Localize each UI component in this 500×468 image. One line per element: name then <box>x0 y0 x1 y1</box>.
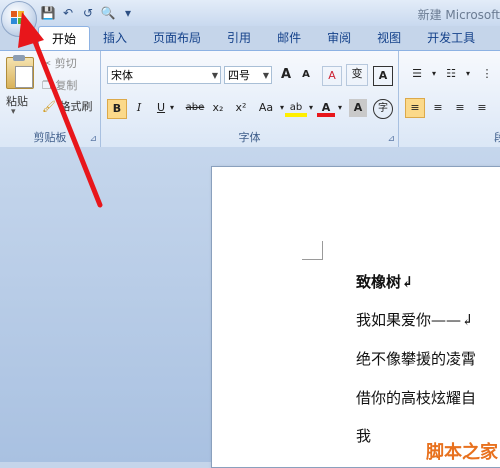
office-logo-icon <box>11 11 17 17</box>
copy-button[interactable]: ❐ 复制 <box>42 77 77 93</box>
chevron-down-icon: ▼ <box>211 71 218 80</box>
undo-icon[interactable]: ↶ <box>60 5 76 21</box>
strikethrough-button[interactable]: abe <box>183 99 207 117</box>
underline-dropdown-icon[interactable]: ▾ <box>167 99 177 117</box>
font-size-select[interactable]: 四号 ▼ <box>224 66 272 84</box>
align-center-icon[interactable]: ≡ <box>429 99 447 117</box>
justify-icon[interactable]: ≡ <box>473 99 491 117</box>
tab-mailings[interactable]: 邮件 <box>264 26 314 50</box>
chevron-down-icon[interactable]: ▾ <box>463 65 473 83</box>
change-case-button[interactable]: Aa <box>255 99 277 117</box>
paragraph-group: ☰ ▾ ☷ ▾ ⋮ ≡ ≡ ≡ ≡ 段 <box>399 51 500 147</box>
numbering-icon[interactable]: ☷ <box>439 65 463 83</box>
font-group-label: 字体 <box>238 131 261 144</box>
align-left-icon[interactable]: ≡ <box>405 98 425 118</box>
brush-icon: 🖌 <box>42 100 56 113</box>
tab-page-layout[interactable]: 页面布局 <box>140 26 214 50</box>
paragraph-group-label: 段 <box>494 131 500 144</box>
tab-home[interactable]: 开始 <box>38 26 91 50</box>
font-name-select[interactable]: 宋体 ▼ <box>107 66 221 84</box>
shrink-font-button[interactable]: A <box>297 66 315 84</box>
doc-line[interactable]: 借你的高枝炫耀自 <box>356 387 476 408</box>
copy-icon: ❐ <box>42 79 52 92</box>
tab-view[interactable]: 视图 <box>364 26 414 50</box>
tab-insert[interactable]: 插入 <box>90 26 140 50</box>
multilevel-list-icon[interactable]: ⋮ <box>475 65 499 83</box>
character-shading-button[interactable]: A <box>349 99 367 117</box>
paste-dropdown-icon[interactable]: ▾ <box>11 107 16 117</box>
quick-access-toolbar: 💾 ↶ ↺ 🔍 ▾ <box>40 4 136 22</box>
superscript-button[interactable]: x² <box>232 99 250 117</box>
grow-font-button[interactable]: A <box>277 66 295 84</box>
phonetic-guide-button[interactable]: 变 <box>346 64 368 86</box>
highlight-button[interactable]: ab <box>285 99 307 117</box>
ribbon-tabs: 开始 插入 页面布局 引用 邮件 审阅 视图 开发工具 <box>0 26 500 50</box>
character-border-button[interactable]: A <box>373 66 393 86</box>
redo-icon[interactable]: ↺ <box>80 5 96 21</box>
doc-title-line[interactable]: 致橡树↲ <box>356 271 414 292</box>
cut-button[interactable]: ✂ 剪切 <box>42 55 77 71</box>
highlight-dropdown-icon[interactable]: ▾ <box>306 99 316 117</box>
office-logo-icon <box>18 11 24 17</box>
window-title: 新建 Microsoft <box>417 8 500 22</box>
customize-qat-icon[interactable]: ▾ <box>120 5 136 21</box>
subscript-button[interactable]: x₂ <box>209 99 227 117</box>
clipboard-launcher-icon[interactable]: ⊿ <box>89 134 97 144</box>
scissors-icon: ✂ <box>42 57 52 70</box>
chevron-down-icon: ▼ <box>262 71 269 80</box>
font-group: 宋体 ▼ 四号 ▼ A A A 变 A B I U ▾ abe x₂ x² Aa… <box>101 51 399 147</box>
clipboard-group-label: 剪贴板 <box>33 131 67 144</box>
doc-line[interactable]: 我如果爱你——↲ <box>356 309 474 330</box>
print-preview-icon[interactable]: 🔍 <box>100 5 116 21</box>
clear-format-button[interactable]: A <box>322 66 342 86</box>
tab-references[interactable]: 引用 <box>214 26 264 50</box>
paste-button[interactable]: 粘贴 <box>6 93 28 109</box>
chevron-down-icon[interactable]: ▾ <box>429 65 439 83</box>
align-right-icon[interactable]: ≡ <box>451 99 469 117</box>
ribbon: 粘贴 ▾ ✂ 剪切 ❐ 复制 🖌 格式刷 剪贴板 ⊿ 宋体 ▼ 四号 ▼ A A… <box>0 50 500 148</box>
doc-line[interactable]: 绝不像攀援的凌霄 <box>356 348 476 369</box>
tab-review[interactable]: 审阅 <box>314 26 364 50</box>
doc-line[interactable]: 我 <box>356 425 371 446</box>
font-color-button[interactable]: A <box>317 99 335 117</box>
enclose-characters-button[interactable]: 字 <box>373 99 393 119</box>
office-button[interactable] <box>1 1 37 37</box>
office-logo-icon <box>18 18 24 24</box>
bullets-icon[interactable]: ☰ <box>405 65 429 83</box>
office-logo-icon <box>11 18 17 24</box>
font-color-dropdown-icon[interactable]: ▾ <box>335 99 345 117</box>
paste-icon[interactable] <box>6 55 34 89</box>
watermark-site: jb51.net <box>444 420 498 435</box>
watermark-name: 脚本之家 <box>426 442 498 463</box>
margin-marker <box>302 241 323 260</box>
format-painter-button[interactable]: 🖌 格式刷 <box>42 98 92 114</box>
font-launcher-icon[interactable]: ⊿ <box>387 134 395 144</box>
save-icon[interactable]: 💾 <box>40 5 56 21</box>
tab-developer[interactable]: 开发工具 <box>414 26 488 50</box>
bold-button[interactable]: B <box>107 99 127 119</box>
italic-button[interactable]: I <box>130 99 148 117</box>
clipboard-group: 粘贴 ▾ ✂ 剪切 ❐ 复制 🖌 格式刷 剪贴板 ⊿ <box>0 51 101 147</box>
